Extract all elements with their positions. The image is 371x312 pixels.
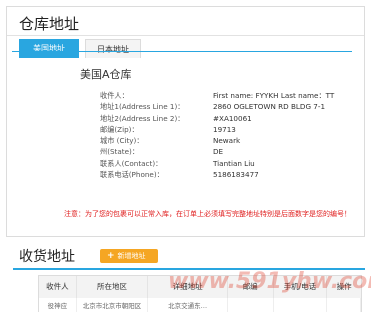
address-value: DE [213, 147, 224, 157]
address-value: 5186183477 [213, 170, 259, 180]
table-cell [327, 298, 361, 312]
table-cell [228, 298, 274, 312]
address-value: Tiantian Liu [213, 158, 255, 168]
address-label: 邮编(Zip)： [100, 124, 139, 134]
address-label: 联系人(Contact)： [100, 158, 163, 168]
address-table: 收件人 所在地区 详细地址 邮编 手机/电话 操作 役神应 北京市北京市朝阳区 … [38, 275, 362, 312]
address-label: 城市 (City)： [100, 136, 144, 146]
panel-title: 仓库地址 [19, 15, 80, 33]
column-header: 所在地区 [77, 276, 149, 298]
address-label: 收件人： [100, 91, 129, 100]
warehouse-title: 美国A仓库 [80, 68, 132, 81]
address-row: 收件人： First name: FYYKH Last name：TT [100, 90, 360, 101]
address-value: 19713 [213, 124, 236, 134]
address-row: 地址1(Address Line 1)： 2860 OGLETOWN RD BL… [100, 101, 360, 112]
address-label: 州(State)： [100, 147, 140, 157]
tab-japan-address[interactable]: 日本地址 [85, 39, 141, 58]
divider [7, 35, 364, 36]
column-header: 操作 [336, 282, 352, 291]
address-row: 联系人(Contact)： Tiantian Liu [100, 158, 360, 169]
address-row: 联系电话(Phone)： 5186183477 [100, 169, 360, 180]
address-row: 州(State)： DE [100, 146, 360, 157]
column-header: 详细地址 [148, 276, 228, 298]
column-header: 手机/电话 [274, 276, 328, 298]
address-value: Newark [213, 136, 241, 146]
section-divider [13, 268, 365, 270]
address-value: First name: FYYKH Last name：TT [213, 91, 335, 100]
address-list: 收件人： First name: FYYKH Last name：TT 地址1(… [100, 90, 360, 180]
address-row: 城市 (City)： Newark [100, 135, 360, 146]
table-row: 役神应 北京市北京市朝阳区 北京交通东… [39, 298, 361, 312]
address-row: 邮编(Zip)： 19713 [100, 124, 360, 135]
table-cell: 北京市北京市朝阳区 [77, 298, 149, 312]
address-label: 联系电话(Phone)： [100, 170, 164, 180]
column-header: 邮编 [228, 276, 274, 298]
table-cell: 北京交通东… [148, 298, 228, 312]
table-cell [274, 298, 328, 312]
address-label: 地址2(Address Line 2)： [100, 113, 185, 123]
address-value: 2860 OGLETOWN RD BLDG 7-1 [213, 102, 326, 112]
table-cell: 役神应 [39, 298, 77, 312]
address-notice: 注意：为了您的包裹可以正常入库，在订单上必须填写完整地址特别是后面数字是您的编号… [64, 210, 351, 218]
column-header: 收件人 [39, 276, 77, 298]
tab-us-address[interactable]: 美国地址 [19, 39, 79, 58]
tab-underline [12, 51, 352, 52]
table-header: 收件人 所在地区 详细地址 邮编 手机/电话 操作 [39, 276, 361, 298]
plus-icon: + [107, 251, 115, 261]
add-address-button[interactable]: + 新增地址 [100, 249, 158, 263]
address-row: 地址2(Address Line 2)： #XA10061 [100, 113, 360, 124]
address-value: #XA10061 [213, 113, 252, 123]
shipping-address-title: 收货地址 [19, 249, 75, 265]
address-label: 地址1(Address Line 1)： [100, 102, 185, 112]
add-address-label: 新增地址 [117, 252, 146, 260]
